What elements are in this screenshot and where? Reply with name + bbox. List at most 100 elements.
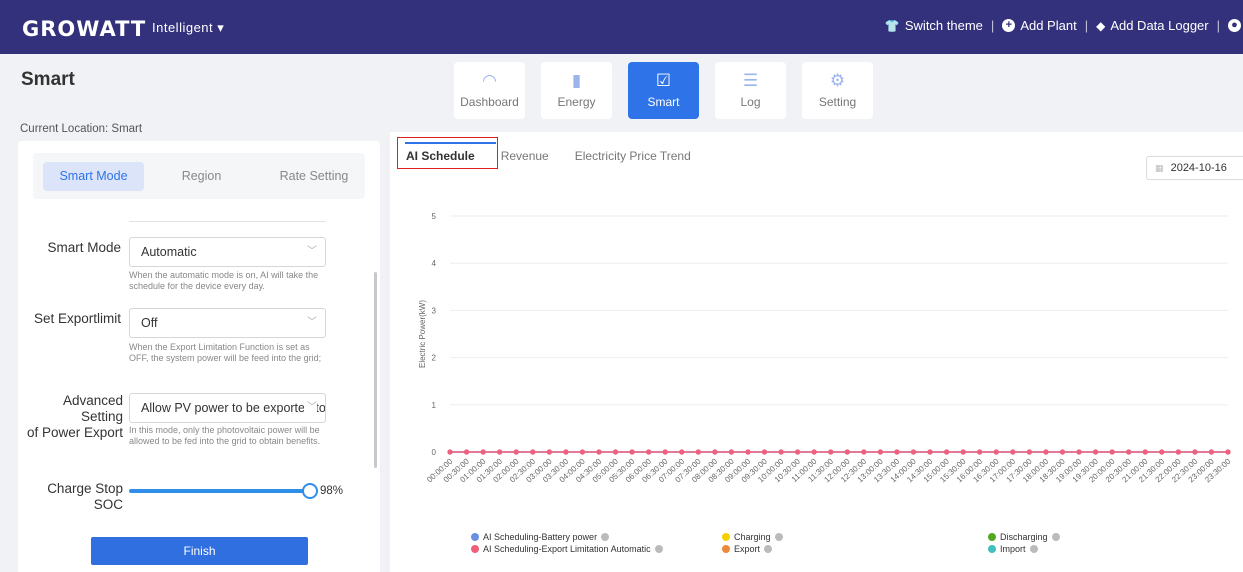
- info-icon[interactable]: [601, 533, 610, 541]
- legend-item[interactable]: Import: [988, 544, 1038, 554]
- add-plant-link[interactable]: + Add Plant: [1002, 18, 1077, 33]
- legend-label: AI Scheduling-Battery power: [483, 532, 598, 542]
- series-point: [894, 449, 900, 455]
- series-point: [480, 449, 486, 455]
- series-point: [993, 449, 999, 455]
- series-point: [1109, 449, 1115, 455]
- series-point: [1208, 449, 1215, 455]
- series-point: [563, 449, 569, 455]
- series-point: [877, 449, 883, 455]
- tab-log[interactable]: ☰ Log: [715, 62, 786, 119]
- tab-label: Log: [740, 95, 761, 109]
- legend-item[interactable]: Charging: [722, 532, 783, 542]
- series-point: [579, 449, 586, 455]
- tab-label: Smart: [647, 95, 680, 109]
- smart-mode-select[interactable]: Automatic ﹀: [129, 237, 326, 267]
- soc-value: 98%: [320, 485, 344, 497]
- series-point: [943, 449, 950, 455]
- legend-item[interactable]: AI Scheduling-Battery power: [471, 532, 610, 542]
- series-point: [463, 449, 470, 455]
- add-plant-label: Add Plant: [1020, 18, 1077, 33]
- legend-color-dot: [722, 533, 730, 541]
- page-title: Smart: [21, 69, 75, 90]
- smart-mode-hint: When the automatic mode is on, AI will t…: [129, 270, 319, 291]
- series-point: [977, 449, 983, 455]
- growatt-logo[interactable]: GROWATT: [22, 17, 146, 41]
- scrollbar[interactable]: [374, 272, 377, 468]
- legend-item[interactable]: Export: [722, 544, 773, 554]
- info-icon[interactable]: [764, 545, 773, 553]
- series-point: [927, 449, 933, 455]
- series-point: [712, 449, 718, 455]
- series-point: [1225, 449, 1231, 455]
- legend-item[interactable]: AI Scheduling-Export Limitation Automati…: [471, 544, 663, 554]
- nav-separator: |: [990, 18, 995, 33]
- advanced-export-label-line1: Advanced Setting: [62, 393, 123, 424]
- chevron-down-icon: ﹀: [304, 309, 317, 337]
- log-list-icon: ☰: [742, 71, 759, 90]
- export-limit-hint: When the Export Limitation Function is s…: [129, 342, 322, 363]
- switch-theme-link[interactable]: 👕 Switch theme: [885, 18, 983, 33]
- legend-color-dot: [471, 545, 479, 553]
- tab-smart[interactable]: ☑ Smart: [628, 62, 699, 119]
- series-point: [1192, 449, 1198, 455]
- tab-dashboard[interactable]: ◠ Dashboard: [454, 62, 525, 119]
- series-point: [1092, 449, 1099, 455]
- tab-setting[interactable]: ⚙ Setting: [802, 62, 873, 119]
- series-point: [745, 449, 751, 455]
- series-point: [596, 449, 602, 455]
- chevron-down-icon: ﹀: [304, 238, 317, 266]
- gear-icon: ⚙: [829, 71, 846, 90]
- series-point: [844, 449, 850, 455]
- finish-button[interactable]: Finish: [91, 537, 308, 565]
- form-divider: [129, 221, 326, 222]
- smart-mode-value: Automatic: [141, 245, 197, 259]
- smart-settings-panel: Smart Mode Region Rate Setting Smart Mod…: [18, 141, 380, 572]
- mode-dropdown[interactable]: Intelligent ▾: [152, 20, 224, 36]
- advanced-export-label-line2: of Power Export: [26, 425, 123, 440]
- series-point: [761, 449, 768, 455]
- chevron-down-icon: ﹀: [304, 394, 317, 422]
- soc-slider-fill[interactable]: [129, 489, 307, 493]
- info-icon[interactable]: [1029, 545, 1038, 553]
- charge-stop-soc-label: Charge Stop SOC: [47, 481, 123, 512]
- legend-item[interactable]: Discharging: [988, 532, 1060, 542]
- legend-color-dot: [722, 545, 730, 553]
- shirt-icon: 👕: [884, 18, 900, 33]
- user-icon[interactable]: ●: [1228, 19, 1241, 32]
- export-limit-label: Set Exportlimit: [33, 311, 121, 326]
- tab-label: Energy: [557, 95, 596, 109]
- series-point: [1059, 449, 1066, 455]
- subtab-rate-setting[interactable]: Rate Setting: [269, 162, 359, 191]
- series-point: [795, 449, 801, 455]
- advanced-export-select[interactable]: Allow PV power to be exported to ﹀: [129, 393, 326, 423]
- info-icon[interactable]: [774, 533, 783, 541]
- series-point: [728, 449, 735, 455]
- export-limit-select[interactable]: Off ﹀: [129, 308, 326, 338]
- smart-mode-label: Smart Mode: [47, 240, 121, 255]
- series-point: [447, 449, 453, 455]
- info-icon[interactable]: [1051, 533, 1060, 541]
- series-point: [546, 449, 552, 455]
- y-tick-label: 5: [432, 212, 437, 221]
- series-point: [811, 449, 817, 455]
- subtab-smart-mode[interactable]: Smart Mode: [43, 162, 144, 191]
- pen-icon: ◆: [1096, 18, 1106, 33]
- subtab-region[interactable]: Region: [164, 162, 239, 191]
- add-data-logger-label: Add Data Logger: [1110, 18, 1209, 33]
- soc-slider-handle[interactable]: [302, 483, 319, 499]
- legend-label: Export: [734, 544, 761, 554]
- switch-theme-label: Switch theme: [904, 18, 983, 33]
- chart-panel: AI Schedule Revenue Electricity Price Tr…: [390, 132, 1243, 572]
- tab-energy[interactable]: ▮ Energy: [541, 62, 612, 119]
- series-point: [1126, 449, 1132, 455]
- add-data-logger-link[interactable]: ◆ Add Data Logger: [1096, 18, 1209, 33]
- legend-label: AI Scheduling-Export Limitation Automati…: [483, 544, 651, 554]
- series-point: [1026, 449, 1032, 455]
- y-tick-label: 1: [432, 401, 437, 410]
- series-point: [679, 449, 685, 455]
- tab-label: Dashboard: [460, 95, 519, 109]
- series-point: [530, 449, 536, 455]
- info-icon[interactable]: [654, 545, 663, 553]
- gauge-icon: ◠: [482, 71, 497, 90]
